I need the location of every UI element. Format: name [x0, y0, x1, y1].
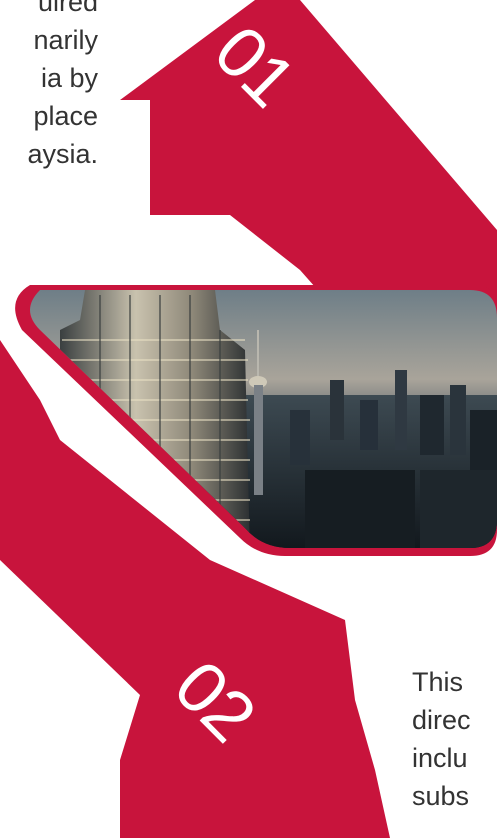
top-paragraph-line: narily [33, 25, 98, 55]
bottom-paragraph-line: subs [412, 781, 470, 811]
top-paragraph-line: ia by [40, 63, 98, 93]
top-paragraph-line: aysia. [27, 139, 98, 169]
top-paragraph-line: uired [37, 0, 98, 17]
bottom-paragraph-line: This [412, 667, 464, 697]
slide-canvas: uired narily ia by place aysia. This dir… [0, 0, 497, 838]
top-paragraph-line: place [33, 101, 98, 131]
bottom-paragraph-line: direc [412, 705, 471, 735]
top-paragraph: uired narily ia by place aysia. [0, 0, 98, 173]
bottom-paragraph-line: inclu [412, 743, 468, 773]
bottom-paragraph: This direc inclu subs [412, 663, 471, 815]
